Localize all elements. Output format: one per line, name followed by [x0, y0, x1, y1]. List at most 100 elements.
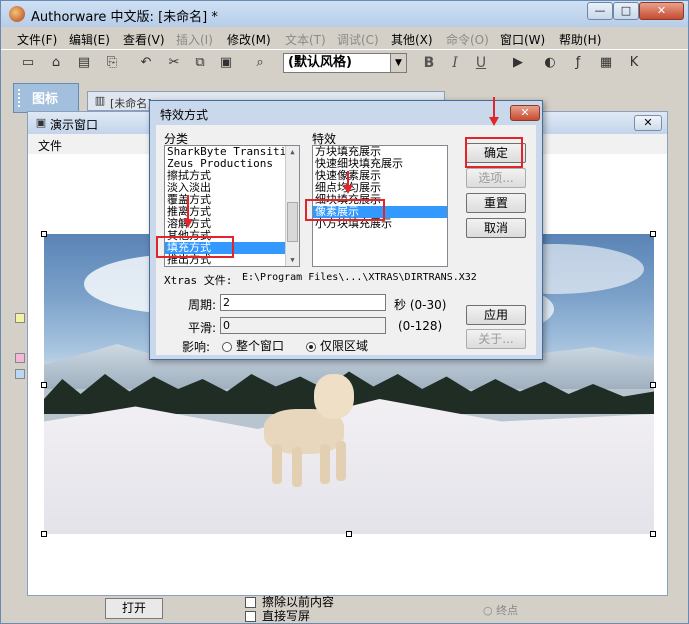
style-combo[interactable]: (默认风格) ▼	[283, 53, 407, 73]
copy-icon[interactable]: ⧉	[191, 55, 209, 71]
icon-palette-title: 图标	[32, 92, 59, 107]
affect-area-only-radio[interactable]: 仅限区域	[306, 337, 368, 354]
annotation-arrow-category	[187, 195, 189, 221]
underline-button[interactable]: U	[473, 55, 489, 71]
save-all-icon[interactable]: ▤	[75, 55, 93, 71]
annotation-arrowhead-category	[183, 219, 193, 228]
selection-handle[interactable]	[650, 231, 656, 237]
palette-swatch[interactable]	[15, 369, 25, 379]
period-input[interactable]: 2	[220, 294, 386, 311]
menu-insert[interactable]: 插入(I)	[176, 31, 213, 48]
new-file-icon[interactable]: ▭	[19, 55, 37, 71]
radio-dot[interactable]	[222, 341, 232, 352]
presentation-close-button[interactable]: ✕	[634, 115, 662, 131]
presentation-icon: ▣	[35, 116, 47, 129]
menu-modify[interactable]: 修改(M)	[227, 31, 271, 48]
scroll-down-icon[interactable]: ▼	[286, 254, 299, 266]
main-toolbar: ▭ ⌂ ▤ ⎘ ↶ ✂ ⧉ ▣ ⌕ (默认风格) ▼ B I U ▶ ◐ ƒ ▦…	[1, 49, 688, 77]
presentation-menu-file[interactable]: 文件	[38, 137, 62, 154]
smooth-input[interactable]: 0	[220, 317, 386, 334]
app-title: Authorware 中文版: [未命名] *	[31, 10, 218, 25]
checkbox-box[interactable]	[245, 611, 256, 622]
authorware-app-icon	[9, 6, 25, 22]
control-panel-icon[interactable]: ◐	[541, 55, 559, 71]
menu-help[interactable]: 帮助(H)	[559, 31, 601, 48]
icon-palette-header[interactable]: 图标	[13, 83, 79, 113]
annotation-arrow-ok	[493, 97, 495, 119]
baidu-watermark: Bai du 经验	[528, 569, 658, 594]
open-button[interactable]: 打开	[105, 598, 163, 619]
grip-icon[interactable]	[18, 89, 26, 107]
scroll-thumb[interactable]	[287, 202, 298, 242]
selection-handle[interactable]	[650, 531, 656, 537]
authorware-main-window: Authorware 中文版: [未命名] * — □ ✕ 文件(F) 编辑(E…	[0, 0, 689, 624]
bold-button[interactable]: B	[421, 55, 437, 71]
cut-icon[interactable]: ✂	[165, 55, 183, 71]
icon-palette-strip	[13, 113, 27, 473]
dialog-titlebar: 特效方式 ✕	[150, 101, 542, 125]
import-icon[interactable]: ⎘	[103, 55, 121, 71]
menu-debug[interactable]: 调试(C)	[337, 31, 379, 48]
annotation-box-effect	[305, 199, 385, 221]
maximize-button[interactable]: □	[613, 2, 639, 20]
selection-handle[interactable]	[346, 531, 352, 537]
open-file-icon[interactable]: ⌂	[47, 55, 65, 71]
menu-view[interactable]: 查看(V)	[123, 31, 165, 48]
direct-to-screen-label: 直接写屏	[262, 609, 311, 623]
menu-edit[interactable]: 编辑(E)	[69, 31, 110, 48]
period-unit: 秒 (0-30)	[394, 298, 447, 312]
affect-whole-label: 整个窗口	[236, 339, 285, 353]
annotation-arrowhead-effect	[343, 185, 353, 194]
xtras-path: E:\Program Files\...\XTRAS\DIRTRANS.X32	[242, 272, 477, 283]
period-label: 周期:	[188, 298, 217, 312]
dog-figure	[254, 369, 364, 489]
undo-icon[interactable]: ↶	[137, 55, 155, 71]
main-menubar: 文件(F) 编辑(E) 查看(V) 插入(I) 修改(M) 文本(T) 调试(C…	[1, 28, 688, 48]
dialog-close-button[interactable]: ✕	[510, 105, 540, 121]
chevron-down-icon[interactable]: ▼	[390, 54, 406, 72]
reset-button[interactable]: 重置	[466, 193, 526, 213]
selection-handle[interactable]	[650, 382, 656, 388]
annotation-arrowhead-ok	[489, 117, 499, 126]
affect-area-label: 仅限区域	[320, 339, 369, 353]
selection-handle[interactable]	[41, 531, 47, 537]
palette-swatch[interactable]	[15, 313, 25, 323]
apply-button[interactable]: 应用	[466, 305, 526, 325]
menu-text[interactable]: 文本(T)	[285, 31, 326, 48]
end-radio[interactable]: ○ 终点	[483, 602, 518, 618]
direct-to-screen-checkbox[interactable]: 直接写屏	[245, 607, 310, 624]
functions-icon[interactable]: ƒ	[569, 55, 587, 71]
xtras-label: Xtras 文件:	[164, 274, 233, 287]
italic-button[interactable]: I	[447, 55, 463, 71]
variables-icon[interactable]: ▦	[597, 55, 615, 71]
smooth-range: (0-128)	[398, 319, 443, 333]
scroll-up-icon[interactable]: ▲	[286, 146, 299, 158]
radio-dot-selected[interactable]	[306, 341, 316, 352]
cancel-button[interactable]: 取消	[466, 218, 526, 238]
knowledge-objects-icon[interactable]: K	[625, 55, 643, 71]
menu-file[interactable]: 文件(F)	[17, 31, 57, 48]
annotation-box-category	[156, 236, 234, 258]
presentation-title: 演示窗口	[50, 118, 99, 132]
flowline-title: [未命名]	[110, 97, 152, 110]
dialog-title: 特效方式	[160, 108, 209, 122]
run-icon[interactable]: ▶	[509, 55, 527, 71]
selection-handle[interactable]	[41, 231, 47, 237]
options-button[interactable]: 选项...	[466, 168, 526, 188]
menu-window[interactable]: 窗口(W)	[500, 31, 545, 48]
main-titlebar: Authorware 中文版: [未命名] * — □ ✕	[1, 1, 688, 27]
palette-swatch[interactable]	[15, 353, 25, 363]
flowline-icon: ▥	[94, 94, 106, 107]
selection-handle[interactable]	[41, 382, 47, 388]
about-button[interactable]: 关于...	[466, 329, 526, 349]
menu-other[interactable]: 其他(X)	[391, 31, 433, 48]
paste-icon[interactable]: ▣	[217, 55, 235, 71]
smooth-label: 平滑:	[188, 321, 217, 335]
close-window-button[interactable]: ✕	[639, 2, 684, 20]
menu-command[interactable]: 命令(O)	[446, 31, 489, 48]
affect-whole-window-radio[interactable]: 整个窗口	[222, 337, 284, 354]
find-icon[interactable]: ⌕	[251, 55, 269, 71]
minimize-button[interactable]: —	[587, 2, 613, 20]
affect-label: 影响:	[182, 340, 211, 354]
category-scrollbar[interactable]: ▲ ▼	[285, 146, 299, 266]
